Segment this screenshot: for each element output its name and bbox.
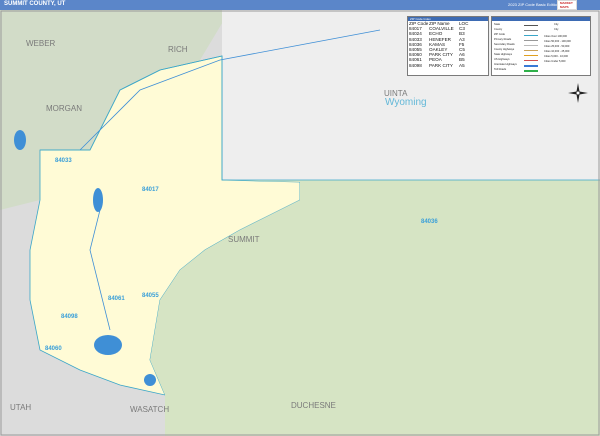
legend-title-bar [492,17,590,21]
legend-swatch [524,50,538,51]
zip-label-84036: 84036 [421,219,438,225]
county-label-utah: UTAH [10,403,31,412]
zip-cell: 84098 [409,62,422,68]
edition-label: 2023 ZIP Code Basic Edition [508,2,560,7]
legend-item: Interstate Highways [494,63,517,66]
map-title: SUMMIT COUNTY, UT [4,1,66,7]
zip-table-title: ZIP Code Index [410,17,431,21]
legend-item: Cities 10,000 - 25,000 [544,50,570,53]
legend-swatch [524,45,538,46]
county-label-rich: RICH [168,45,188,54]
legend-swatch [524,70,538,72]
legend-item: City [554,23,559,26]
legend-swatch [524,40,538,41]
legend-swatch [524,30,538,31]
title-bar: SUMMIT COUNTY, UT 2023 ZIP Code Basic Ed… [0,0,600,10]
legend-item: US Highways [494,58,510,61]
legend-swatch [524,60,538,61]
table-row: 84098 PARK CITY A5 [408,63,488,68]
publisher-logo-text: MARKET MAPS [560,1,573,9]
legend-item: Cities 50,000 - 100,000 [544,40,571,43]
legend-item: Cities Under 5,000 [544,60,566,63]
county-label-morgan: MORGAN [46,104,82,113]
compass-rose-icon [568,83,588,103]
map-page: SUMMIT COUNTY, UT 2023 ZIP Code Basic Ed… [0,0,600,436]
legend-swatch [524,35,538,36]
publisher-logo: MARKET MAPS [557,0,577,10]
county-label-wasatch: WASATCH [130,405,169,414]
loc-cell: A5 [459,62,465,68]
legend-item: Toll Roads [494,68,507,71]
zip-label-84098: 84098 [61,314,78,320]
echo-reservoir [93,188,103,212]
legend-item: Primary Roads [494,38,512,41]
zip-label-84033: 84033 [55,158,72,164]
legend-swatch [524,55,538,56]
county-label-duchesne: DUCHESNE [291,401,336,410]
county-label-summit: SUMMIT [228,235,260,244]
legend-item: ZIP Code [494,33,505,36]
deer-creek-lake [144,374,156,386]
county-label-weber: WEBER [26,39,56,48]
legend-item: Cities 25,000 - 50,000 [544,45,570,48]
name-cell: PARK CITY [429,62,453,68]
legend-item: Cities 5,000 - 10,000 [544,55,568,58]
legend-item: City [554,28,559,31]
map-legend: State County ZIP Code Primary Roads Seco… [491,16,591,76]
legend-item: State Highways [494,53,513,56]
zip-label-84061: 84061 [108,296,125,302]
legend-item: Cities Over 100,000 [544,35,567,38]
legend-item: County [494,28,503,31]
zip-label-84017: 84017 [142,187,159,193]
state-label-wyoming: Wyoming [385,97,427,108]
pineview-reservoir [14,130,26,150]
legend-swatch [524,65,538,67]
jordanelle-reservoir [94,335,122,355]
legend-item: Secondary Roads [494,43,515,46]
zip-code-index-table: ZIP Code Index ZIP Code ZIP Name LOC 840… [407,16,489,76]
legend-item: State [494,23,501,26]
zip-label-84055: 84055 [142,293,159,299]
legend-swatch [524,25,538,26]
zip-label-84060: 84060 [45,346,62,352]
legend-item: County Highways [494,48,515,51]
